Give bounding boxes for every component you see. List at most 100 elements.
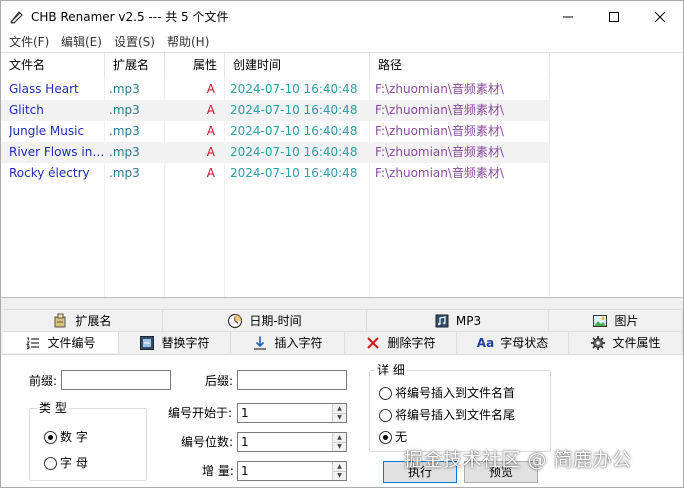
column-header-time[interactable]: 创建时间 bbox=[225, 53, 370, 78]
numbered-list-icon bbox=[26, 337, 40, 349]
radio-indicator bbox=[379, 386, 392, 400]
detail-group-title: 详 细 bbox=[375, 363, 407, 377]
tab-label: 文件属性 bbox=[612, 336, 661, 350]
menu-file[interactable]: 文件(F) bbox=[9, 34, 49, 50]
file-list[interactable]: 文件名 扩展名 属性 创建时间 路径 Glass Heart .mp3 A 20… bbox=[1, 52, 683, 298]
maximize-icon bbox=[609, 11, 619, 22]
spin-down-icon[interactable]: ▼ bbox=[333, 413, 346, 422]
spinner-buttons[interactable]: ▲ ▼ bbox=[332, 433, 346, 451]
table-row[interactable]: Jungle Music .mp3 A 2024-07-10 16:40:48 … bbox=[1, 121, 549, 142]
prefix-input[interactable] bbox=[61, 370, 171, 390]
tab-delete-chars[interactable]: 删除字符 bbox=[345, 331, 457, 353]
cell-name: River Flows in ... bbox=[9, 145, 105, 159]
table-row[interactable]: Rocky électry .mp3 A 2024-07-10 16:40:48… bbox=[1, 163, 549, 184]
picture-icon bbox=[593, 314, 608, 327]
tab-row-upper: 扩展名 日期-时间 MP3 图片 bbox=[1, 309, 683, 331]
minimize-button[interactable] bbox=[545, 1, 591, 32]
cell-time: 2024-07-10 16:40:48 bbox=[230, 166, 358, 180]
tab-picture[interactable]: 图片 bbox=[549, 309, 683, 331]
tab-label: 文件编号 bbox=[47, 336, 96, 350]
tab-file-numbering[interactable]: 文件编号 bbox=[3, 331, 119, 353]
start-label: 编号开始于: bbox=[168, 406, 233, 420]
tab-label: 字母状态 bbox=[500, 336, 549, 350]
type-letter-radio[interactable]: 字 母 bbox=[44, 455, 88, 471]
maximize-button[interactable] bbox=[591, 1, 637, 32]
cell-attr: A bbox=[206, 124, 215, 138]
tab-row-lower: 文件编号 替换字符 插入字符 删除字符 Aa 字母状态 文件属性 bbox=[1, 331, 683, 353]
tab-replace-chars[interactable]: 替换字符 bbox=[119, 331, 231, 353]
detail-insert-tail-radio[interactable]: 将编号插入到文件名尾 bbox=[379, 407, 515, 423]
radio-indicator bbox=[44, 456, 57, 470]
tab-label: MP3 bbox=[455, 313, 482, 328]
tab-date-time[interactable]: 日期-时间 bbox=[163, 309, 367, 331]
close-button[interactable] bbox=[637, 1, 683, 32]
spinner-buttons[interactable]: ▲ ▼ bbox=[332, 404, 346, 422]
start-spinner[interactable]: 1 ▲ ▼ bbox=[237, 403, 347, 423]
step-value: 1 bbox=[241, 464, 249, 478]
minimize-icon bbox=[563, 16, 573, 17]
spin-down-icon[interactable]: ▼ bbox=[333, 471, 346, 480]
tab-label: 替换字符 bbox=[161, 336, 210, 350]
digits-spinner[interactable]: 1 ▲ ▼ bbox=[237, 432, 347, 452]
cell-path: F:\zhuomian\音频素材\ bbox=[375, 103, 504, 117]
delete-x-icon bbox=[367, 336, 380, 349]
detail-insert-head-radio[interactable]: 将编号插入到文件名首 bbox=[379, 385, 515, 401]
cell-attr: A bbox=[206, 145, 215, 159]
radio-indicator bbox=[44, 430, 57, 444]
tab-mp3[interactable]: MP3 bbox=[367, 309, 549, 331]
cell-path: F:\zhuomian\音频素材\ bbox=[375, 82, 504, 96]
spinner-buttons[interactable]: ▲ ▼ bbox=[332, 462, 346, 480]
spin-down-icon[interactable]: ▼ bbox=[333, 442, 346, 451]
table-row[interactable]: River Flows in ... .mp3 A 2024-07-10 16:… bbox=[1, 142, 549, 163]
radio-label: 无 bbox=[395, 430, 408, 444]
radio-label: 将编号插入到文件名首 bbox=[395, 386, 516, 400]
column-header-path[interactable]: 路径 bbox=[370, 53, 550, 78]
tab-extension[interactable]: 扩展名 bbox=[3, 309, 163, 331]
suffix-label: 后缀: bbox=[205, 374, 234, 388]
column-header-name[interactable]: 文件名 bbox=[1, 53, 105, 78]
start-value: 1 bbox=[241, 406, 249, 420]
cell-time: 2024-07-10 16:40:48 bbox=[230, 82, 358, 96]
tab-insert-chars[interactable]: 插入字符 bbox=[231, 331, 345, 353]
menu-settings[interactable]: 设置(S) bbox=[114, 34, 155, 50]
cell-ext: .mp3 bbox=[109, 82, 140, 96]
replace-icon bbox=[140, 335, 155, 350]
prefix-label: 前缀: bbox=[29, 374, 58, 388]
cell-name: Glitch bbox=[9, 103, 44, 117]
tab-label: 删除字符 bbox=[387, 336, 436, 350]
digits-label: 编号位数: bbox=[181, 435, 234, 449]
radio-indicator bbox=[379, 408, 392, 422]
close-icon bbox=[654, 11, 666, 22]
menu-help[interactable]: 帮助(H) bbox=[167, 34, 209, 50]
column-header-ext[interactable]: 扩展名 bbox=[105, 53, 165, 78]
table-row[interactable]: Glass Heart .mp3 A 2024-07-10 16:40:48 F… bbox=[1, 79, 549, 100]
cell-attr: A bbox=[206, 82, 215, 96]
cell-time: 2024-07-10 16:40:48 bbox=[230, 145, 358, 159]
cell-name: Rocky électry bbox=[9, 166, 90, 180]
cell-name: Jungle Music bbox=[9, 124, 85, 138]
menu-edit[interactable]: 编辑(E) bbox=[61, 34, 102, 50]
digits-value: 1 bbox=[241, 435, 249, 449]
title-bar[interactable]: CHB Renamer v2.5 --- 共 5 个文件 bbox=[1, 1, 683, 32]
cell-ext: .mp3 bbox=[109, 124, 140, 138]
tab-letter-case[interactable]: Aa 字母状态 bbox=[457, 331, 569, 353]
text-case-icon: Aa bbox=[476, 335, 495, 350]
detail-none-radio[interactable]: 无 bbox=[379, 429, 407, 445]
type-number-radio[interactable]: 数 字 bbox=[44, 429, 88, 445]
cell-time: 2024-07-10 16:40:48 bbox=[230, 124, 358, 138]
suffix-input[interactable] bbox=[237, 370, 347, 390]
gear-icon bbox=[591, 335, 606, 350]
music-note-icon bbox=[435, 314, 449, 327]
watermark-text: 掘金技术社区 @ 简鹿办公 bbox=[404, 449, 632, 471]
menu-bar: 文件(F) 编辑(E) 设置(S) 帮助(H) bbox=[1, 32, 683, 52]
cell-path: F:\zhuomian\音频素材\ bbox=[375, 145, 504, 159]
step-spinner[interactable]: 1 ▲ ▼ bbox=[237, 461, 347, 481]
cell-path: F:\zhuomian\音频素材\ bbox=[375, 124, 504, 138]
column-header-attr[interactable]: 属性 bbox=[165, 53, 225, 78]
radio-label: 字 母 bbox=[60, 456, 88, 470]
list-header: 文件名 扩展名 属性 创建时间 路径 bbox=[1, 53, 683, 78]
tab-file-attributes[interactable]: 文件属性 bbox=[569, 331, 683, 353]
cell-time: 2024-07-10 16:40:48 bbox=[230, 103, 358, 117]
tab-label: 日期-时间 bbox=[249, 314, 302, 328]
table-row[interactable]: Glitch .mp3 A 2024-07-10 16:40:48 F:\zhu… bbox=[1, 100, 549, 121]
